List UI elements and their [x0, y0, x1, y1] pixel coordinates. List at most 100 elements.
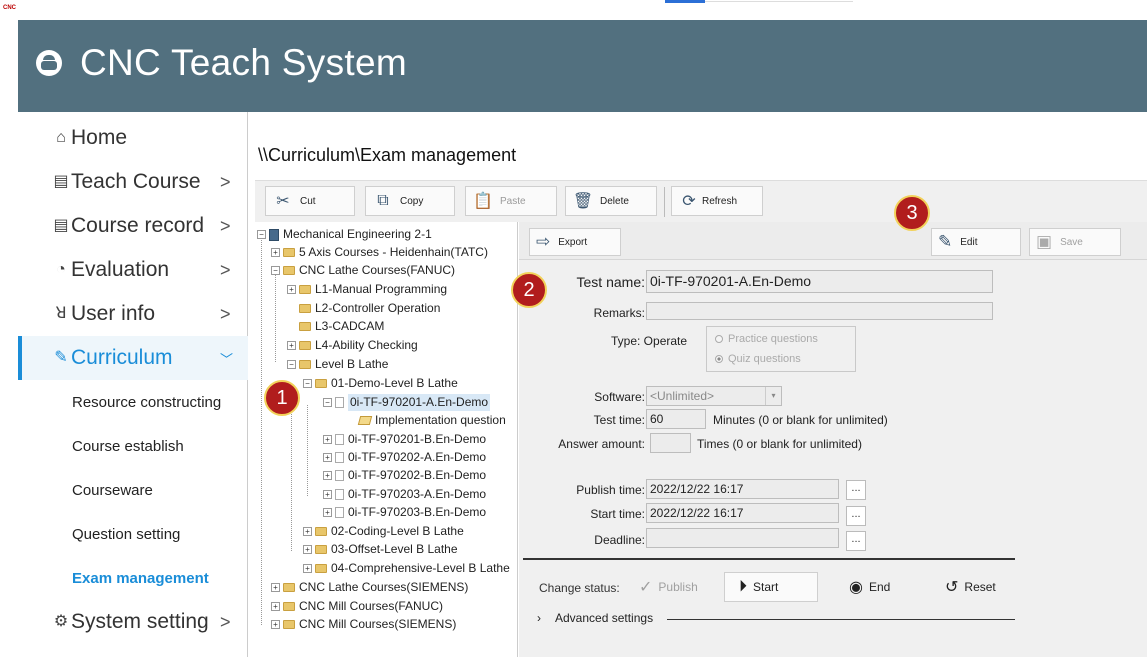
- publish-button[interactable]: ✓ Publish: [639, 572, 698, 602]
- tree-node[interactable]: + L1-Manual Programming: [287, 281, 447, 298]
- sidebar-subitem-exam-management[interactable]: Exam management: [72, 570, 209, 587]
- sidebar-item-system-setting[interactable]: ⚙ System setting >: [18, 600, 248, 644]
- gear-icon: ⚙: [53, 613, 69, 630]
- expand-icon[interactable]: +: [303, 545, 312, 554]
- quiz-questions-radio[interactable]: Quiz questions: [715, 353, 801, 365]
- sidebar-item-label: User info: [71, 302, 156, 325]
- chevron-right-icon: >: [220, 259, 231, 280]
- annotation-badge-2: 2: [511, 272, 547, 308]
- tree-node[interactable]: + 0i-TF-970202-B.En-Demo: [323, 467, 486, 484]
- publish-time-field[interactable]: 2022/12/22 16:17: [646, 479, 839, 499]
- tree-node[interactable]: + 0i-TF-970203-B.En-Demo: [323, 504, 486, 521]
- expand-icon[interactable]: +: [303, 527, 312, 536]
- tree-node[interactable]: − 01-Demo-Level B Lathe: [303, 375, 458, 392]
- sidebar-item-course-record[interactable]: ▤ Course record >: [18, 204, 248, 248]
- sidebar-subitem-courseware[interactable]: Courseware: [72, 482, 153, 499]
- reset-button[interactable]: ↺ Reset: [945, 572, 996, 602]
- section-divider: [523, 558, 1015, 560]
- collapse-icon[interactable]: −: [257, 230, 266, 239]
- export-button[interactable]: ⇨ Export: [529, 228, 621, 256]
- stop-circle-icon: ◉: [849, 579, 863, 596]
- deadline-label: Deadline:: [594, 533, 645, 547]
- sidebar-item-home[interactable]: ⌂ Home: [18, 116, 248, 160]
- tree-node[interactable]: + CNC Mill Courses(SIEMENS): [271, 616, 456, 633]
- collapse-icon[interactable]: −: [287, 360, 296, 369]
- collapse-icon[interactable]: −: [323, 398, 332, 407]
- answer-amount-label: Answer amount:: [558, 437, 645, 451]
- tree-node[interactable]: − Mechanical Engineering 2-1: [257, 226, 432, 243]
- expand-icon[interactable]: +: [287, 285, 296, 294]
- tree-node[interactable]: − CNC Lathe Courses(FANUC): [271, 262, 455, 279]
- publish-time-picker-button[interactable]: ...: [846, 480, 866, 500]
- refresh-button-label: Refresh: [702, 195, 738, 207]
- folder-icon: [283, 266, 295, 275]
- end-button[interactable]: ◉ End: [849, 572, 890, 602]
- radio-icon: [715, 335, 723, 343]
- sidebar-item-user-info[interactable]: ꓤ User info >: [18, 292, 248, 336]
- tree-node[interactable]: + CNC Mill Courses(FANUC): [271, 598, 443, 615]
- expand-icon[interactable]: +: [323, 453, 332, 462]
- copy-button[interactable]: ⧉ Copy: [365, 186, 455, 216]
- expand-icon[interactable]: +: [323, 508, 332, 517]
- expand-icon[interactable]: +: [271, 248, 280, 257]
- scissors-icon: ✂: [276, 193, 290, 210]
- start-button[interactable]: ⏵ Start: [724, 572, 818, 602]
- collapse-icon[interactable]: −: [303, 379, 312, 388]
- answer-amount-field[interactable]: [650, 433, 691, 453]
- expand-icon[interactable]: +: [323, 471, 332, 480]
- paste-button[interactable]: 📋 Paste: [465, 186, 557, 216]
- sidebar-item-label: Course record: [71, 214, 205, 237]
- practice-questions-radio[interactable]: Practice questions: [715, 333, 818, 345]
- start-time-field[interactable]: 2022/12/22 16:17: [646, 503, 839, 523]
- test-name-field[interactable]: 0i-TF-970201-A.En-Demo: [646, 270, 993, 293]
- tree-node[interactable]: − Level B Lathe: [287, 356, 388, 373]
- tree-node[interactable]: + 03-Offset-Level B Lathe: [303, 541, 458, 558]
- deadline-field[interactable]: [646, 528, 839, 548]
- tree-node[interactable]: L3-CADCAM: [299, 318, 384, 335]
- edit-button[interactable]: ✎ Edit: [931, 228, 1021, 256]
- edit-icon: ✎: [938, 232, 953, 251]
- tree-node[interactable]: + 0i-TF-970202-A.En-Demo: [323, 449, 486, 466]
- sidebar-item-teach-course[interactable]: ▤ Teach Course >: [18, 160, 248, 204]
- remarks-field[interactable]: [646, 302, 993, 320]
- chevron-right-icon: >: [220, 611, 231, 632]
- tree-node[interactable]: + L4-Ability Checking: [287, 337, 418, 354]
- tree-node[interactable]: + 04-Comprehensive-Level B Lathe: [303, 560, 510, 577]
- tree-node[interactable]: + 5 Axis Courses - Heidenhain(TATC): [271, 244, 488, 261]
- test-time-field[interactable]: 60: [646, 409, 706, 429]
- expand-icon[interactable]: +: [271, 583, 280, 592]
- tree-node[interactable]: + 02-Coding-Level B Lathe: [303, 523, 464, 540]
- expand-icon[interactable]: +: [271, 620, 280, 629]
- expand-icon[interactable]: +: [303, 564, 312, 573]
- start-time-picker-button[interactable]: ...: [846, 506, 866, 526]
- expand-icon[interactable]: +: [323, 435, 332, 444]
- sidebar-subitem-course-establish[interactable]: Course establish: [72, 438, 184, 455]
- delete-button[interactable]: 🗑 Delete: [565, 186, 657, 216]
- refresh-button[interactable]: ⟳ Refresh: [671, 186, 763, 216]
- document-icon: [335, 434, 344, 445]
- top-tab-divider: [705, 1, 853, 2]
- expand-icon[interactable]: +: [323, 490, 332, 499]
- window-topbar: CNC: [0, 0, 1147, 20]
- tree-node-selected[interactable]: − 0i-TF-970201-A.En-Demo: [323, 394, 491, 411]
- sidebar-subitem-resource-constructing[interactable]: Resource constructing: [72, 394, 221, 411]
- expand-icon[interactable]: +: [287, 341, 296, 350]
- cut-button[interactable]: ✂ Cut: [265, 186, 355, 216]
- tree-node[interactable]: Implementation question: [357, 412, 506, 429]
- deadline-picker-button[interactable]: ...: [846, 531, 866, 551]
- software-select[interactable]: <Unlimited> ▾: [646, 386, 782, 406]
- advanced-settings-toggle[interactable]: › Advanced settings: [537, 611, 653, 625]
- tree-node[interactable]: + CNC Lathe Courses(SIEMENS): [271, 579, 468, 596]
- expand-icon[interactable]: +: [271, 602, 280, 611]
- start-time-label: Start time:: [590, 507, 645, 521]
- sidebar-item-evaluation[interactable]: ◔ Evaluation >: [18, 248, 248, 292]
- tree-node[interactable]: + 0i-TF-970201-B.En-Demo: [323, 431, 486, 448]
- tree-node[interactable]: L2-Controller Operation: [299, 300, 440, 317]
- folder-icon: [315, 545, 327, 554]
- monitor-icon: ▤: [53, 173, 69, 190]
- sidebar-item-curriculum[interactable]: ✎ Curriculum ﹀: [18, 336, 248, 380]
- collapse-icon[interactable]: −: [271, 266, 280, 275]
- tree-node[interactable]: + 0i-TF-970203-A.En-Demo: [323, 486, 486, 503]
- save-button[interactable]: ▣ Save: [1029, 228, 1121, 256]
- sidebar-subitem-question-setting[interactable]: Question setting: [72, 526, 180, 543]
